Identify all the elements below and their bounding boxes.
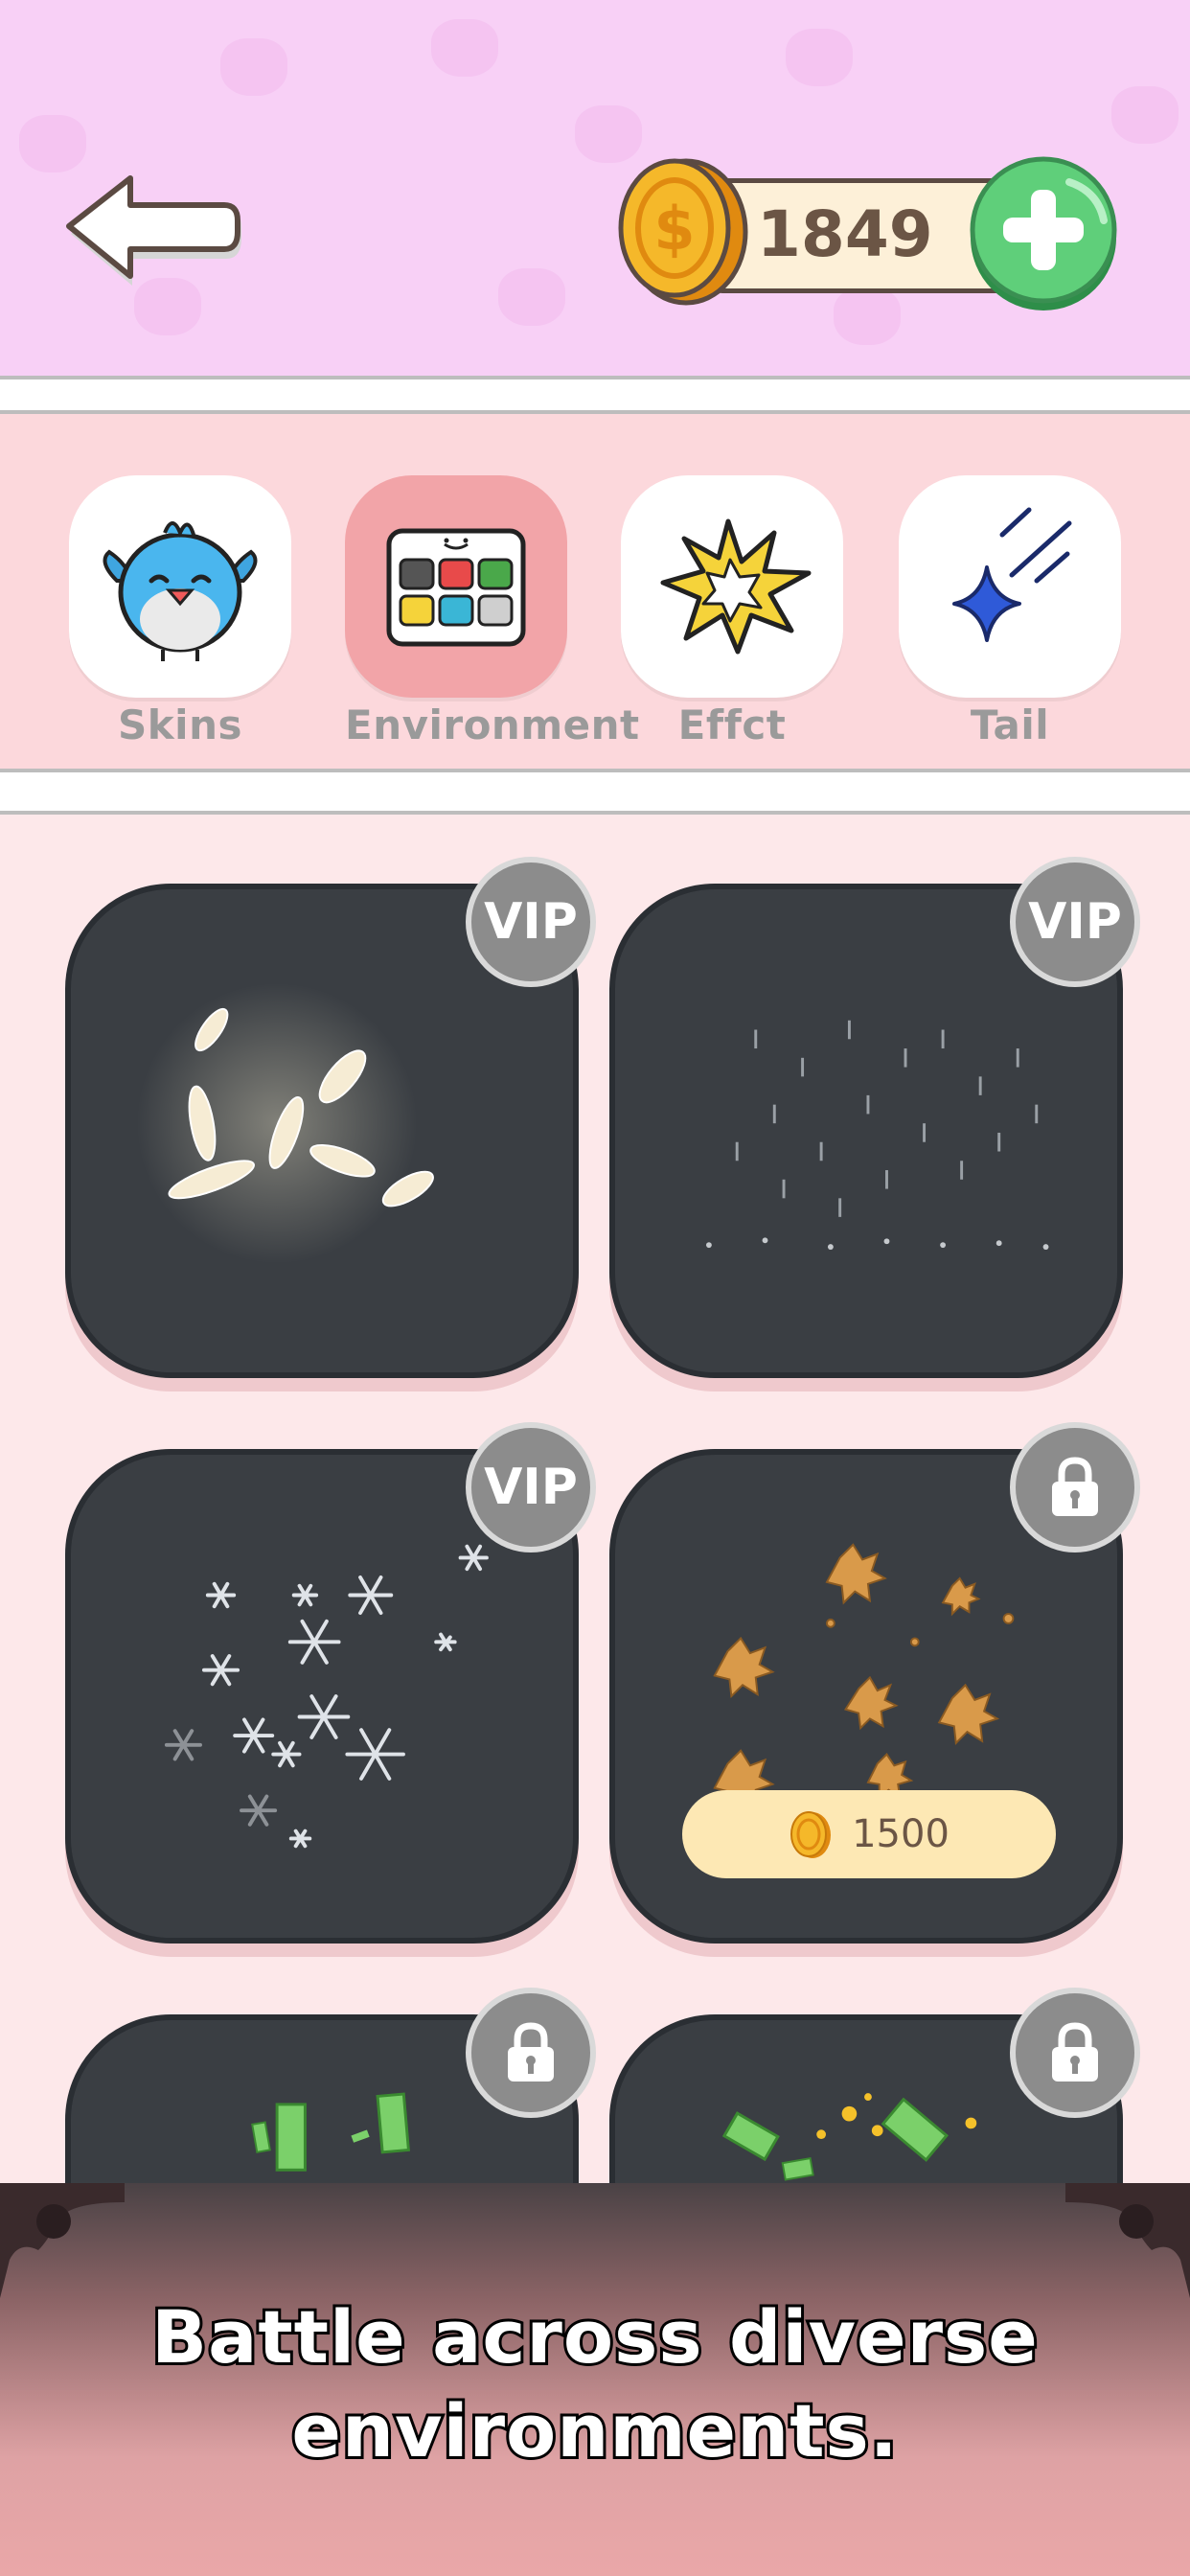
- coin-count: 1849: [757, 197, 933, 271]
- shooting-star-icon: [952, 507, 1072, 642]
- lock-icon: [508, 2022, 554, 2082]
- paw-pattern: [19, 115, 86, 172]
- tab-tile: [621, 475, 843, 698]
- tab-label: Effct: [677, 702, 787, 748]
- divider: [0, 769, 1190, 815]
- price-tag[interactable]: 1500: [682, 1790, 1056, 1878]
- svg-text:$: $: [653, 194, 695, 264]
- lock-badge: [466, 1988, 596, 2118]
- tab-label: Environment: [345, 702, 640, 748]
- back-button[interactable]: [65, 172, 247, 288]
- tab-tile: [69, 475, 291, 698]
- corner-ornament-icon: [0, 2183, 125, 2298]
- vip-badge: VIP: [466, 1422, 596, 1552]
- tab-skins[interactable]: Skins: [69, 475, 291, 748]
- environment-grid: 1500 VIP VIP VIP: [0, 815, 1190, 2185]
- caption-line: Battle across diverse: [149, 2291, 1041, 2382]
- tab-tile: [345, 475, 567, 698]
- vip-badge: VIP: [1010, 857, 1140, 987]
- lock-icon: [1052, 1457, 1098, 1516]
- blue-bird-icon: [103, 521, 258, 661]
- paw-pattern: [498, 268, 565, 326]
- caption-text: Battle across diverse environments.: [0, 2290, 1190, 2478]
- explosion-icon: [660, 518, 812, 655]
- tab-label: Tail: [970, 702, 1050, 748]
- corner-ornament-icon: [1065, 2183, 1190, 2298]
- lock-badge: [1010, 1422, 1140, 1552]
- tab-effect[interactable]: Effct: [621, 475, 843, 748]
- lock-icon: [1052, 2022, 1098, 2082]
- paw-pattern: [834, 288, 901, 345]
- paw-pattern: [220, 38, 287, 96]
- paw-pattern: [431, 19, 498, 77]
- vip-badge: VIP: [466, 857, 596, 987]
- tab-tile: [899, 475, 1121, 698]
- palette-grid-icon: [386, 528, 526, 647]
- divider: [0, 376, 1190, 414]
- tab-label: Skins: [118, 702, 242, 748]
- category-tabs: Skins Environment Effct Tail: [0, 414, 1190, 769]
- lock-badge: [1010, 1988, 1140, 2118]
- tab-environment[interactable]: Environment: [345, 475, 640, 748]
- coin-icon: [790, 1811, 832, 1858]
- paw-pattern: [786, 29, 853, 86]
- tab-tail[interactable]: Tail: [899, 475, 1121, 748]
- plus-icon: [970, 156, 1117, 310]
- price-value: 1500: [852, 1812, 950, 1856]
- caption-banner: Battle across diverse environments.: [0, 2183, 1190, 2576]
- caption-line: environments.: [288, 2385, 900, 2476]
- paw-pattern: [1111, 86, 1179, 144]
- back-arrow-icon: [66, 175, 241, 286]
- add-coins-button[interactable]: [964, 153, 1123, 312]
- dollar-coin-icon: $: [617, 153, 751, 307]
